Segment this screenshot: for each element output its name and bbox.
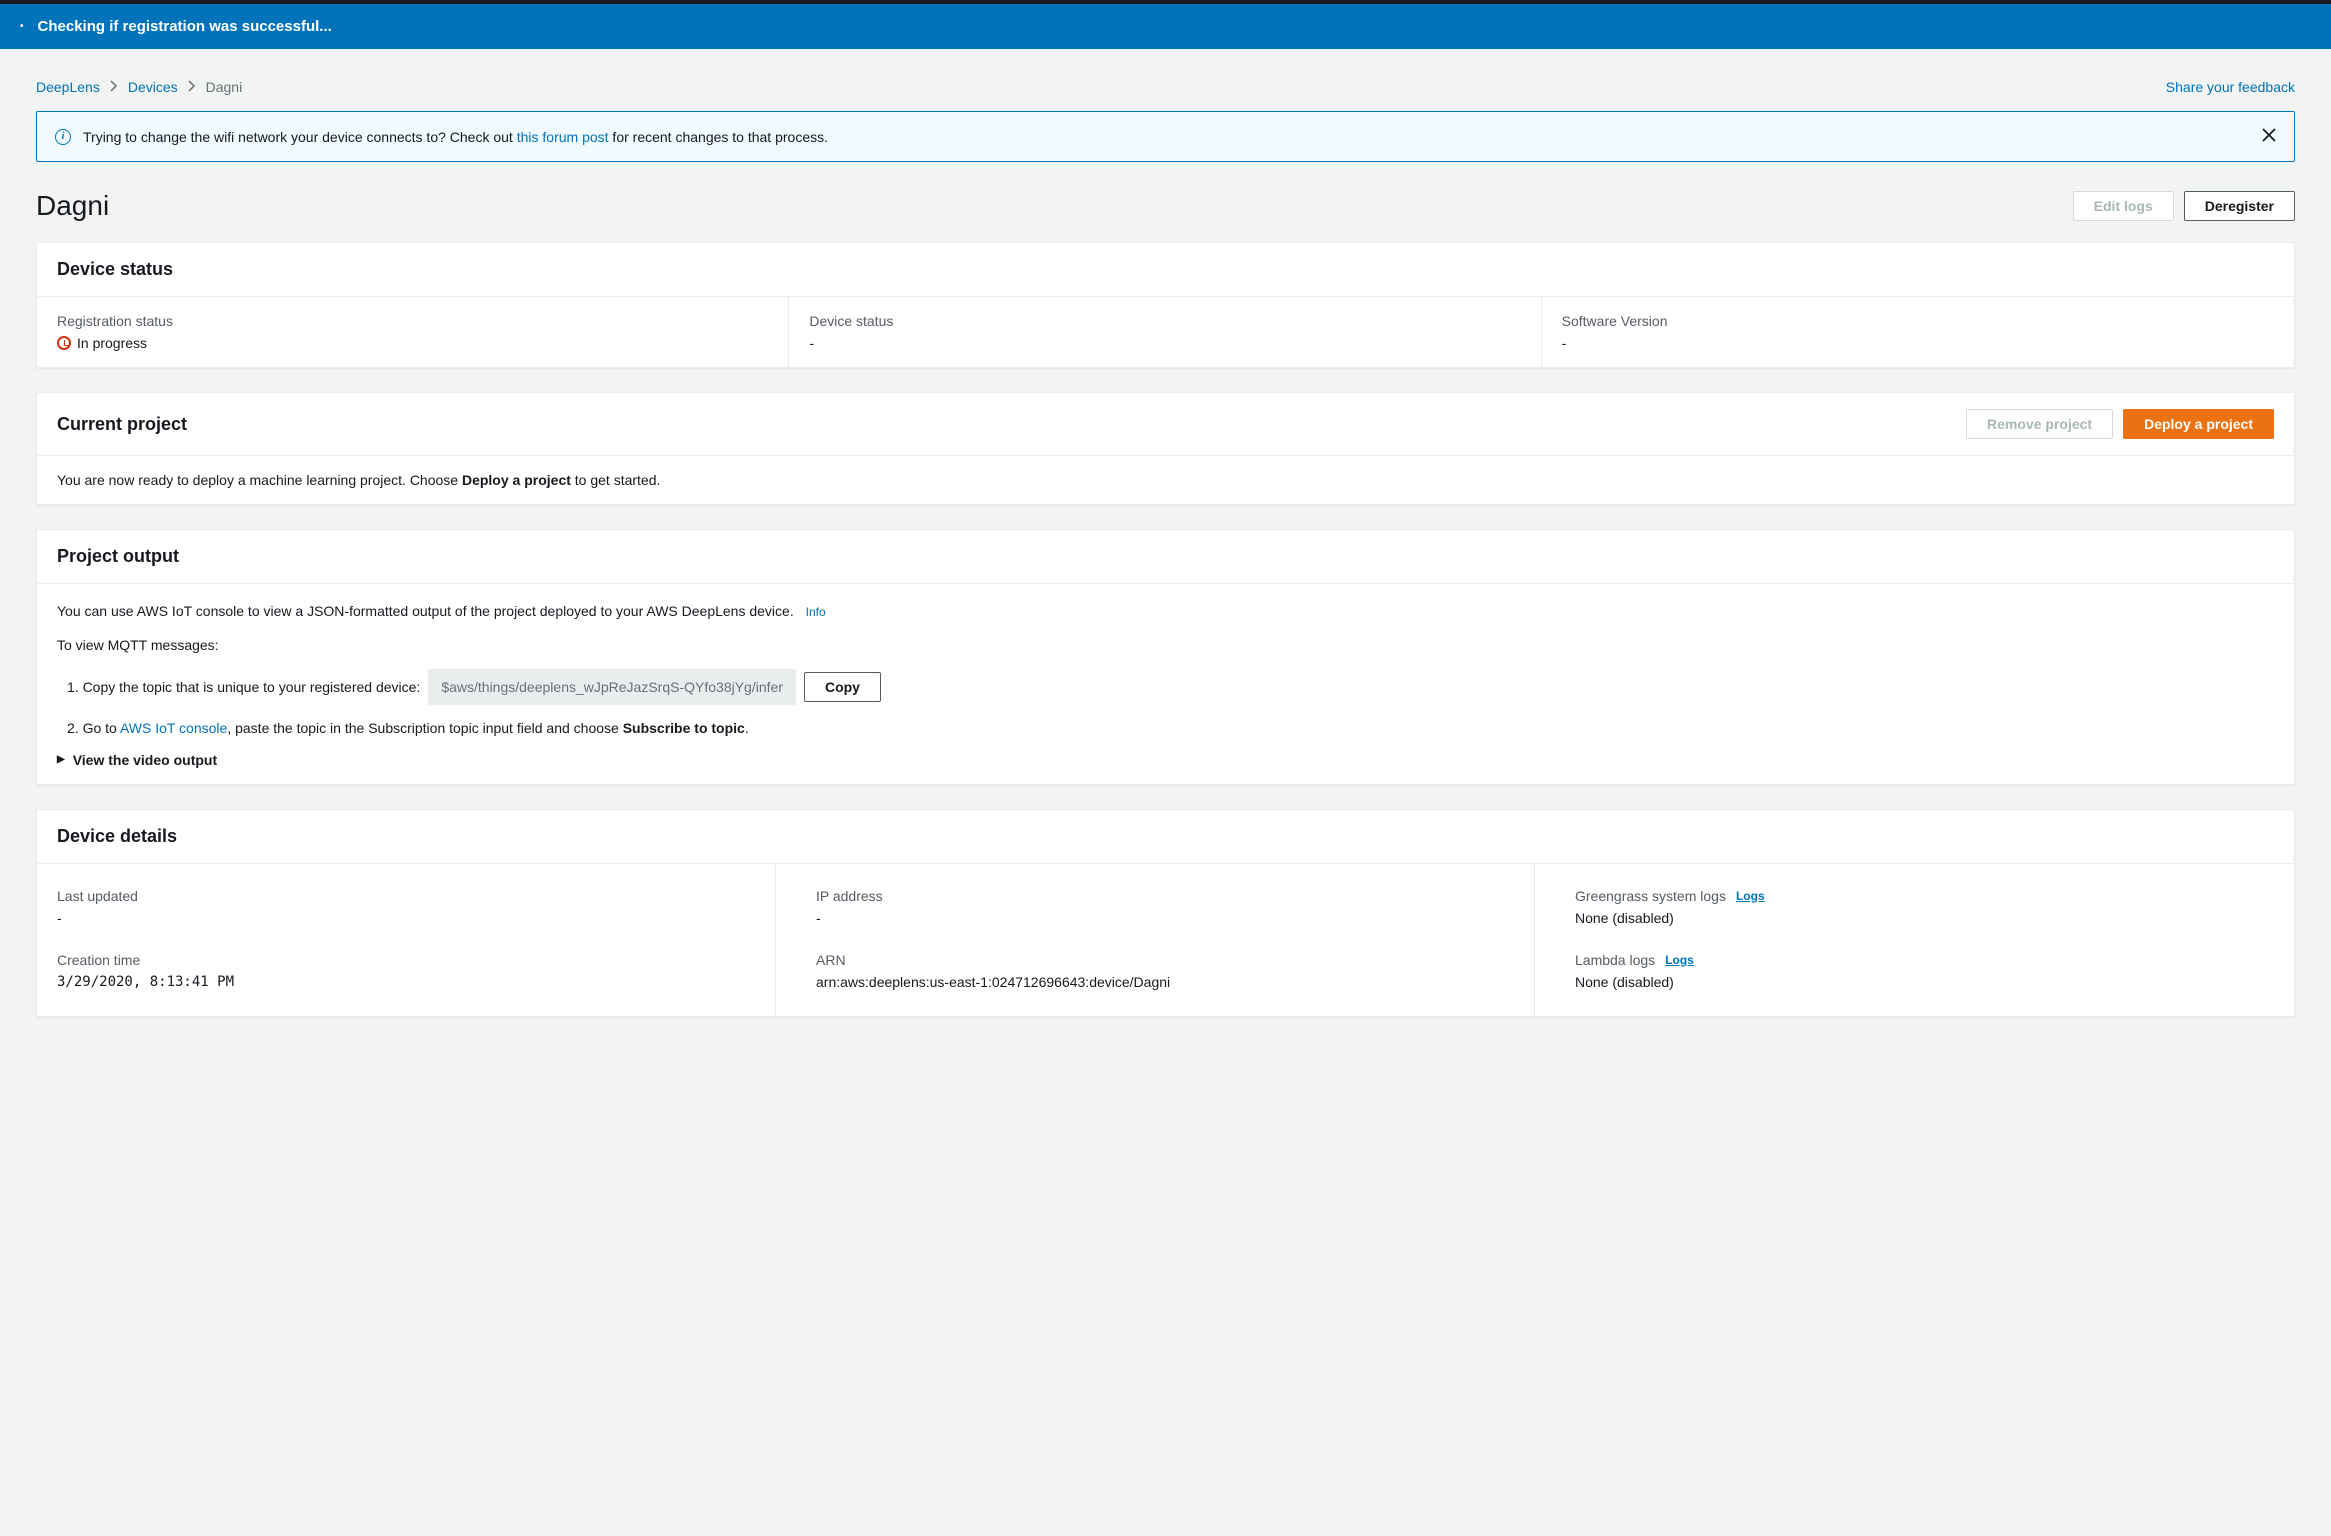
- software-version-label: Software Version: [1562, 313, 2274, 329]
- mqtt-step-2: 2. Go to AWS IoT console, paste the topi…: [67, 717, 2274, 739]
- project-output-title: Project output: [57, 546, 179, 567]
- page-title: Dagni: [36, 190, 109, 222]
- device-status-label: Device status: [809, 313, 1520, 329]
- page-heading-row: Dagni Edit logs Deregister: [36, 190, 2295, 222]
- device-status-panel: Device status Registration status In pro…: [36, 242, 2295, 368]
- caret-right-icon: ▶: [57, 754, 65, 765]
- status-banner: • Checking if registration was successfu…: [0, 4, 2331, 49]
- breadcrumb-current: Dagni: [206, 79, 243, 95]
- registration-status-label: Registration status: [57, 313, 768, 329]
- breadcrumb-root[interactable]: DeepLens: [36, 79, 100, 95]
- mqtt-intro: To view MQTT messages:: [57, 634, 2274, 656]
- greengrass-logs-label: Greengrass system logs Logs: [1575, 888, 2274, 904]
- device-details-title: Device details: [57, 826, 177, 847]
- greengrass-logs-link[interactable]: Logs: [1736, 889, 1765, 903]
- copy-button[interactable]: Copy: [804, 672, 881, 702]
- breadcrumb-devices[interactable]: Devices: [128, 79, 178, 95]
- arn-label: ARN: [816, 952, 1514, 968]
- feedback-link[interactable]: Share your feedback: [2166, 79, 2295, 95]
- topic-field[interactable]: $aws/things/deeplens_wJpReJazSrqS-QYfo38…: [428, 669, 796, 705]
- view-video-output-toggle[interactable]: ▶ View the video output: [57, 752, 2274, 768]
- chevron-right-icon: [188, 79, 196, 95]
- deregister-button[interactable]: Deregister: [2184, 191, 2295, 221]
- project-output-intro: You can use AWS IoT console to view a JS…: [57, 603, 794, 619]
- device-status-title: Device status: [57, 259, 173, 280]
- lambda-logs-label: Lambda logs Logs: [1575, 952, 2274, 968]
- ip-address-value: -: [816, 910, 1514, 926]
- device-details-panel: Device details Last updated - Creation t…: [36, 809, 2295, 1017]
- lambda-logs-link[interactable]: Logs: [1665, 953, 1694, 967]
- spinner-icon: •: [20, 21, 24, 32]
- chevron-right-icon: [110, 79, 118, 95]
- alert-text: Trying to change the wifi network your d…: [83, 129, 828, 145]
- edit-logs-button: Edit logs: [2073, 191, 2174, 221]
- breadcrumb: DeepLens Devices Dagni: [36, 79, 242, 95]
- iot-console-link[interactable]: AWS IoT console: [120, 720, 227, 736]
- current-project-message: You are now ready to deploy a machine le…: [57, 472, 660, 488]
- current-project-title: Current project: [57, 414, 187, 435]
- project-output-panel: Project output You can use AWS IoT conso…: [36, 529, 2295, 785]
- breadcrumb-row: DeepLens Devices Dagni Share your feedba…: [36, 69, 2295, 111]
- info-icon: i: [55, 129, 71, 145]
- greengrass-logs-value: None (disabled): [1575, 910, 2274, 926]
- current-project-panel: Current project Remove project Deploy a …: [36, 392, 2295, 505]
- deploy-project-button[interactable]: Deploy a project: [2123, 409, 2274, 439]
- info-link[interactable]: Info: [806, 605, 826, 619]
- last-updated-value: -: [57, 910, 755, 926]
- close-icon[interactable]: [2262, 126, 2276, 147]
- arn-value: arn:aws:deeplens:us-east-1:024712696643:…: [816, 974, 1514, 990]
- last-updated-label: Last updated: [57, 888, 755, 904]
- info-alert: i Trying to change the wifi network your…: [36, 111, 2295, 162]
- lambda-logs-value: None (disabled): [1575, 974, 2274, 990]
- banner-message: Checking if registration was successful.…: [38, 18, 332, 35]
- in-progress-icon: [57, 336, 71, 350]
- registration-status-value: In progress: [77, 335, 147, 351]
- creation-time-value: 3/29/2020, 8:13:41 PM: [57, 974, 755, 990]
- forum-post-link[interactable]: this forum post: [517, 129, 609, 145]
- device-status-value: -: [809, 335, 1520, 351]
- remove-project-button: Remove project: [1966, 409, 2113, 439]
- software-version-value: -: [1562, 335, 2274, 351]
- ip-address-label: IP address: [816, 888, 1514, 904]
- creation-time-label: Creation time: [57, 952, 755, 968]
- mqtt-step-1: 1. Copy the topic that is unique to your…: [67, 669, 2274, 705]
